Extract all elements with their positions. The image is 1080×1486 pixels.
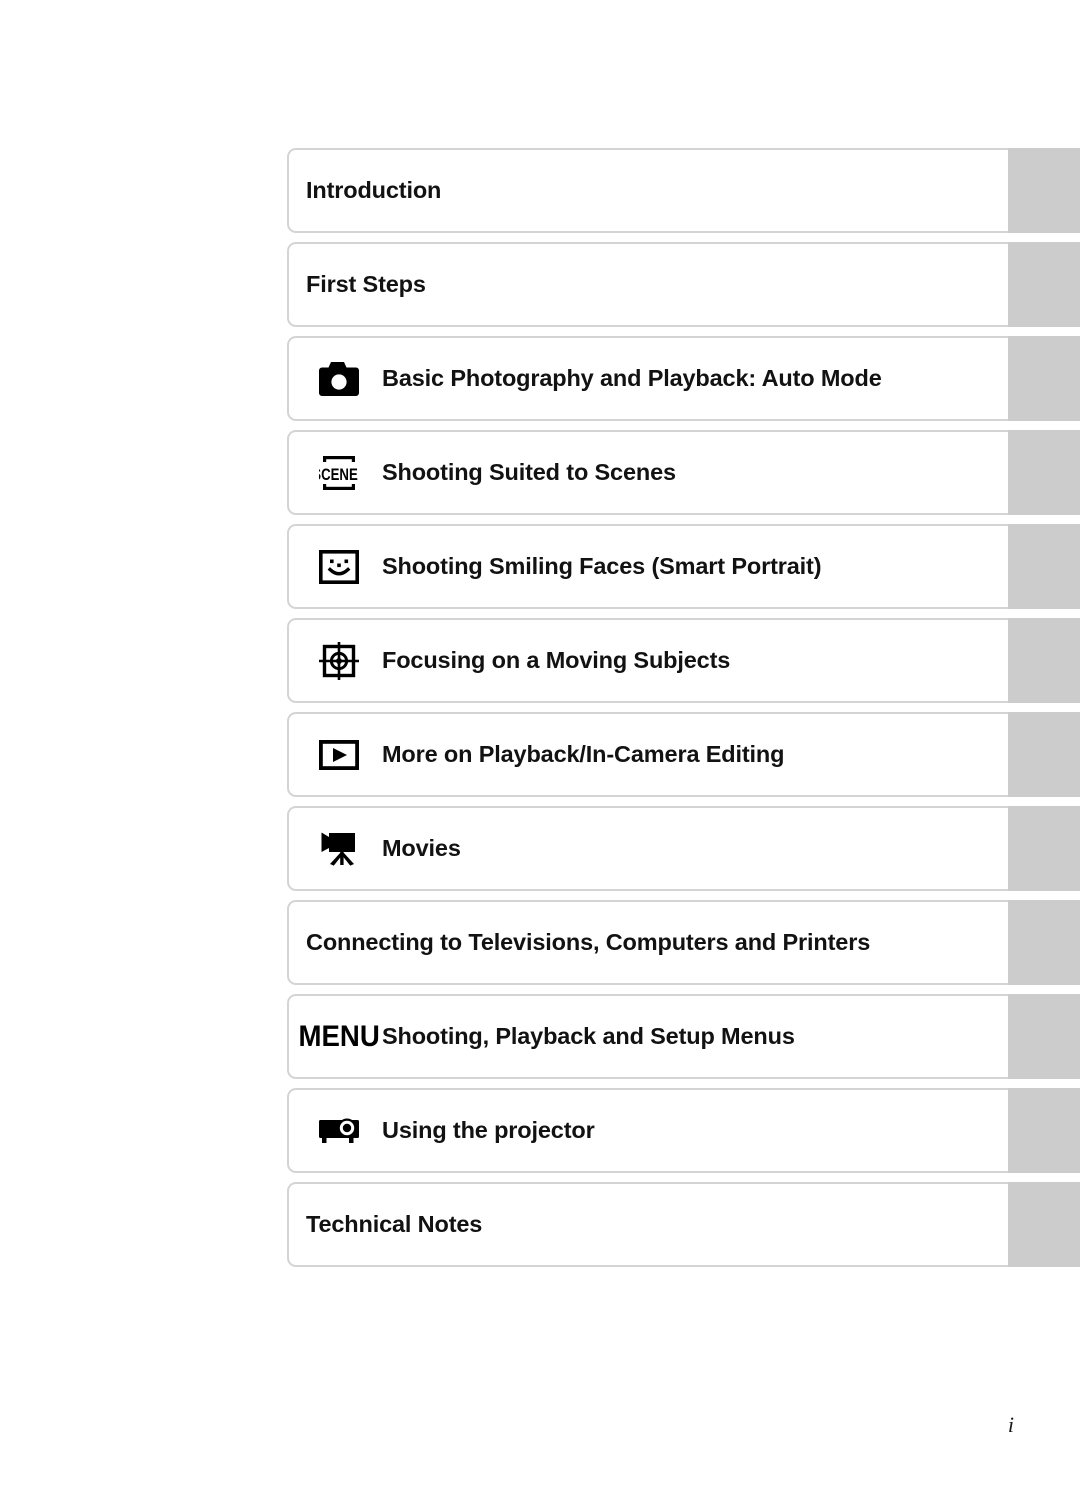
toc-row-label: Basic Photography and Playback: Auto Mod… xyxy=(382,365,882,391)
toc-row-label: Focusing on a Moving Subjects xyxy=(382,647,731,673)
toc-entry-menus[interactable]: MENU Shooting, Playback and Setup Menus xyxy=(287,994,1008,1079)
projector-icon xyxy=(306,1115,372,1147)
toc-entry-introduction[interactable]: Introduction xyxy=(287,148,1008,233)
toc-row[interactable]: First Steps xyxy=(287,242,1080,327)
page-number: i xyxy=(1007,1412,1014,1437)
toc-row[interactable]: Introduction xyxy=(287,148,1080,233)
toc-row-label: First Steps xyxy=(306,271,426,297)
toc-row[interactable]: Connecting to Televisions, Computers and… xyxy=(287,900,1080,985)
toc-entry-scene-modes[interactable]: SCENE Shooting Suited to Scenes xyxy=(287,430,1008,515)
toc-entry-projector[interactable]: Using the projector xyxy=(287,1088,1008,1173)
focus-target-icon xyxy=(306,641,372,680)
toc-row[interactable]: More on Playback/In-Camera Editing xyxy=(287,712,1080,797)
toc-row[interactable]: Movies xyxy=(287,806,1080,891)
toc-entry-first-steps[interactable]: First Steps xyxy=(287,242,1008,327)
section-tab-marker xyxy=(1008,712,1080,797)
movie-camera-icon xyxy=(306,831,372,867)
section-tab-marker xyxy=(1008,900,1080,985)
toc-row[interactable]: Using the projector xyxy=(287,1088,1080,1173)
toc-row-label: More on Playback/In-Camera Editing xyxy=(382,741,785,767)
section-tab-marker xyxy=(1008,1088,1080,1173)
playback-icon xyxy=(306,739,372,770)
section-tab-marker xyxy=(1008,242,1080,327)
toc-row[interactable]: Basic Photography and Playback: Auto Mod… xyxy=(287,336,1080,421)
toc-row[interactable]: Technical Notes xyxy=(287,1182,1080,1267)
toc-row-label: Shooting, Playback and Setup Menus xyxy=(382,1023,795,1049)
section-tab-marker xyxy=(1008,806,1080,891)
toc-row-label: Introduction xyxy=(306,177,442,203)
toc-entry-subject-tracking[interactable]: Focusing on a Moving Subjects xyxy=(287,618,1008,703)
toc-row[interactable]: MENU Shooting, Playback and Setup Menus xyxy=(287,994,1080,1079)
section-tab-marker xyxy=(1008,148,1080,233)
toc-row[interactable]: SCENE Shooting Suited to Scenes xyxy=(287,430,1080,515)
toc-row-label: Technical Notes xyxy=(306,1211,483,1237)
scene-icon: SCENE xyxy=(306,455,372,491)
toc-entry-playback-editing[interactable]: More on Playback/In-Camera Editing xyxy=(287,712,1008,797)
menu-icon: MENU xyxy=(298,1021,379,1052)
table-of-contents: Introduction First Steps Basic Photograp… xyxy=(287,148,1080,1276)
toc-row-label: Shooting Smiling Faces (Smart Portrait) xyxy=(382,553,822,579)
toc-entry-basic-photography[interactable]: Basic Photography and Playback: Auto Mod… xyxy=(287,336,1008,421)
toc-row[interactable]: Shooting Smiling Faces (Smart Portrait) xyxy=(287,524,1080,609)
toc-row-label: Shooting Suited to Scenes xyxy=(382,459,676,485)
menu-icon-label: MENU xyxy=(298,1019,380,1053)
toc-entry-connecting[interactable]: Connecting to Televisions, Computers and… xyxy=(287,900,1008,985)
section-tab-marker xyxy=(1008,618,1080,703)
toc-row-label: Connecting to Televisions, Computers and… xyxy=(306,929,871,955)
toc-row[interactable]: Focusing on a Moving Subjects xyxy=(287,618,1080,703)
toc-entry-smart-portrait[interactable]: Shooting Smiling Faces (Smart Portrait) xyxy=(287,524,1008,609)
manual-contents-page: Introduction First Steps Basic Photograp… xyxy=(0,0,1080,1486)
svg-text:SCENE: SCENE xyxy=(319,465,358,484)
section-tab-marker xyxy=(1008,336,1080,421)
section-tab-marker xyxy=(1008,1182,1080,1267)
smile-face-icon xyxy=(306,549,372,584)
camera-icon xyxy=(306,361,372,396)
section-tab-marker xyxy=(1008,430,1080,515)
toc-row-label: Using the projector xyxy=(382,1117,595,1143)
toc-entry-movies[interactable]: Movies xyxy=(287,806,1008,891)
section-tab-marker xyxy=(1008,994,1080,1079)
toc-entry-technical-notes[interactable]: Technical Notes xyxy=(287,1182,1008,1267)
section-tab-marker xyxy=(1008,524,1080,609)
toc-row-label: Movies xyxy=(382,835,461,861)
